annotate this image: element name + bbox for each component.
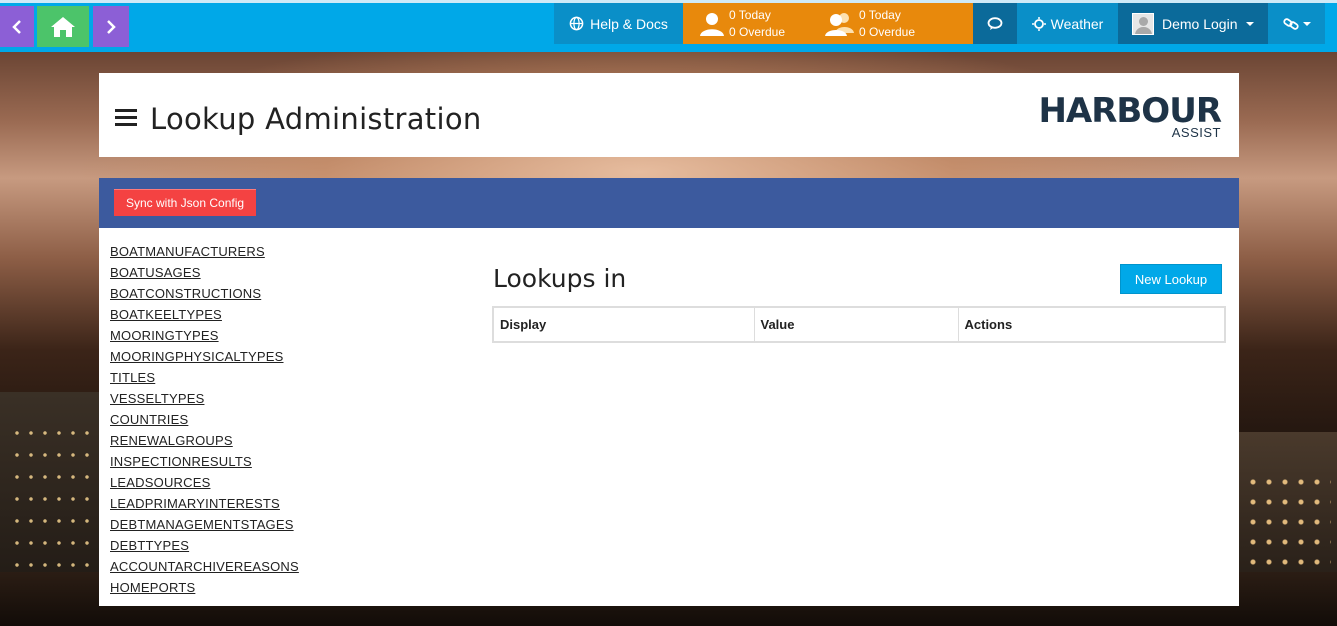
main-content: BOATMANUFACTURERS BOATUSAGES BOATCONSTRUCT… bbox=[99, 228, 1239, 606]
lookup-link[interactable]: TITLES bbox=[110, 367, 299, 388]
user-icon bbox=[700, 12, 724, 36]
column-header-value: Value bbox=[753, 306, 959, 343]
chat-icon bbox=[987, 16, 1003, 30]
tasks-panel: 0 Today 0 Overdue 0 Today 0 Overdue bbox=[683, 3, 973, 44]
table-header-row: Display Value Actions bbox=[492, 306, 1226, 343]
home-icon bbox=[51, 16, 75, 37]
lookup-list: BOATMANUFACTURERS BOATUSAGES BOATCONSTRUCT… bbox=[110, 241, 299, 598]
lookup-link[interactable]: BOATCONSTRUCTIONS bbox=[110, 283, 299, 304]
weather-label: Weather bbox=[1050, 15, 1104, 32]
menu-icon[interactable] bbox=[115, 109, 137, 126]
section-title: Lookups in bbox=[493, 264, 627, 293]
chevron-right-icon bbox=[107, 19, 116, 34]
lookup-link[interactable]: LEADSOURCES bbox=[110, 472, 299, 493]
my-tasks-today: 0 Today bbox=[729, 7, 771, 22]
lookups-table: Display Value Actions bbox=[492, 306, 1226, 343]
lookup-link[interactable]: BOATUSAGES bbox=[110, 262, 299, 283]
column-header-actions: Actions bbox=[957, 306, 1226, 343]
column-header-display: Display bbox=[492, 306, 755, 343]
globe-icon bbox=[569, 16, 584, 31]
links-menu[interactable] bbox=[1268, 3, 1325, 44]
lookup-link[interactable]: ACCOUNTARCHIVEREASONS bbox=[110, 556, 299, 577]
user-name: Demo Login bbox=[1162, 15, 1238, 32]
action-toolbar: Sync with Json Config bbox=[99, 178, 1239, 228]
sun-icon bbox=[1031, 16, 1046, 31]
back-button[interactable] bbox=[0, 6, 34, 47]
lookup-link[interactable]: RENEWALGROUPS bbox=[110, 430, 299, 451]
users-icon bbox=[825, 12, 854, 36]
chevron-left-icon bbox=[12, 19, 21, 34]
logo-main-text: HARBOUR bbox=[1038, 91, 1222, 131]
lookup-link[interactable]: MOORINGTYPES bbox=[110, 325, 299, 346]
chevron-down-icon bbox=[1302, 21, 1311, 26]
team-tasks-overdue: 0 Overdue bbox=[859, 24, 916, 39]
team-tasks-counter[interactable]: 0 Today 0 Overdue bbox=[825, 3, 915, 44]
chevron-down-icon bbox=[1245, 21, 1254, 26]
team-tasks-today: 0 Today bbox=[859, 7, 901, 22]
logo-sub-text: ASSIST bbox=[1171, 125, 1221, 140]
user-menu[interactable]: Demo Login bbox=[1118, 3, 1268, 44]
new-lookup-button[interactable]: New Lookup bbox=[1120, 264, 1222, 294]
harbour-assist-logo: HARBOUR ASSIST bbox=[1038, 93, 1223, 141]
lookup-link[interactable]: INSPECTIONRESULTS bbox=[110, 451, 299, 472]
lookup-link[interactable]: MOORINGPHYSICALTYPES bbox=[110, 346, 299, 367]
forward-button[interactable] bbox=[93, 6, 129, 47]
lookup-link[interactable]: DEBTTYPES bbox=[110, 535, 299, 556]
page-title: Lookup Administration bbox=[150, 102, 482, 136]
top-navbar: Help & Docs 0 Today 0 Overdue 0 Today 0 … bbox=[0, 0, 1337, 52]
my-tasks-overdue: 0 Overdue bbox=[729, 24, 786, 39]
my-tasks-counter[interactable]: 0 Today 0 Overdue bbox=[699, 3, 785, 44]
avatar bbox=[1132, 12, 1154, 35]
weather-link[interactable]: Weather bbox=[1017, 3, 1118, 44]
sync-json-config-button[interactable]: Sync with Json Config bbox=[114, 189, 257, 216]
link-icon bbox=[1282, 17, 1299, 30]
lookup-link[interactable]: COUNTRIES bbox=[110, 409, 299, 430]
lookup-link[interactable]: LEADPRIMARYINTERESTS bbox=[110, 493, 299, 514]
lookup-link[interactable]: BOATMANUFACTURERS bbox=[110, 241, 299, 262]
lookup-link[interactable]: DEBTMANAGEMENTSTAGES bbox=[110, 514, 299, 535]
home-button[interactable] bbox=[37, 6, 89, 47]
lookup-link[interactable]: BOATKEELTYPES bbox=[110, 304, 299, 325]
lookup-link[interactable]: VESSELTYPES bbox=[110, 388, 299, 409]
lookup-link[interactable]: HOMEPORTS bbox=[110, 577, 299, 598]
help-docs-label: Help & Docs bbox=[590, 15, 668, 32]
help-docs-link[interactable]: Help & Docs bbox=[554, 3, 683, 44]
page-header: Lookup Administration HARBOUR ASSIST bbox=[99, 73, 1239, 157]
chat-button[interactable] bbox=[973, 3, 1017, 44]
